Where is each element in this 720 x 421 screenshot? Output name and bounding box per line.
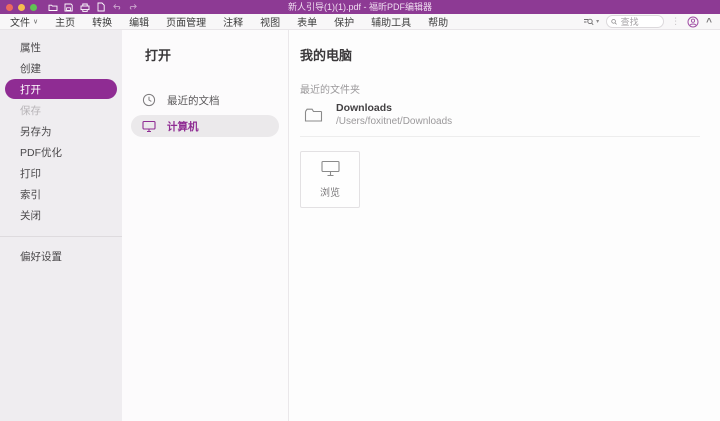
minimize-window-button[interactable] bbox=[18, 4, 25, 11]
menu-item-view[interactable]: 视图 bbox=[260, 14, 280, 29]
browse-label: 浏览 bbox=[320, 184, 340, 199]
file-menu-sidebar: 属性 创建 打开 保存 另存为 PDF优化 打印 索引 关闭 偏好设置 bbox=[0, 30, 122, 421]
search-box[interactable] bbox=[606, 15, 664, 28]
menu-item-form[interactable]: 表单 bbox=[297, 14, 317, 29]
recent-folder-row[interactable]: Downloads /Users/foxitnet/Downloads bbox=[300, 102, 710, 127]
open-panel-title: 打开 bbox=[145, 45, 288, 64]
open-item-recent-documents[interactable]: 最近的文档 bbox=[131, 89, 279, 111]
save-icon[interactable] bbox=[63, 2, 74, 13]
title-bar: 新人引导(1)(1).pdf - 福昕PDF编辑器 bbox=[0, 0, 720, 14]
menu-item-accessibility[interactable]: 辅助工具 bbox=[371, 14, 411, 29]
menu-bar: 文件 ∨ 主页 转换 编辑 页面管理 注释 视图 表单 保护 辅助工具 帮助 ▾… bbox=[0, 14, 720, 30]
account-avatar-icon[interactable] bbox=[687, 16, 699, 28]
redo-icon[interactable] bbox=[127, 2, 138, 13]
my-computer-title: 我的电脑 bbox=[300, 45, 710, 64]
browse-button[interactable]: 浏览 bbox=[300, 151, 360, 208]
overflow-dots-icon: ⋮ bbox=[671, 17, 680, 26]
menu-item-help[interactable]: 帮助 bbox=[428, 14, 448, 29]
menu-item-comment[interactable]: 注释 bbox=[223, 14, 243, 29]
menu-item-home[interactable]: 主页 bbox=[55, 14, 75, 29]
sidebar-item-open[interactable]: 打开 bbox=[5, 79, 117, 99]
sidebar-item-close[interactable]: 关闭 bbox=[0, 205, 122, 225]
close-window-button[interactable] bbox=[6, 4, 13, 11]
collapse-ribbon-icon[interactable]: ^ bbox=[706, 18, 712, 28]
menu-bar-right: ▾ ⋮ ^ bbox=[583, 15, 712, 28]
folder-meta: Downloads /Users/foxitnet/Downloads bbox=[336, 102, 452, 127]
open-item-computer[interactable]: 计算机 bbox=[131, 115, 279, 137]
menu-item-label: 文件 bbox=[10, 14, 30, 29]
open-location-list: 最近的文档 计算机 bbox=[122, 89, 288, 137]
sidebar-item-pdf-optimize[interactable]: PDF优化 bbox=[0, 142, 122, 162]
backstage-content: 属性 创建 打开 保存 另存为 PDF优化 打印 索引 关闭 偏好设置 打开 最… bbox=[0, 30, 720, 421]
zoom-window-button[interactable] bbox=[30, 4, 37, 11]
chevron-down-icon: ∨ bbox=[33, 17, 38, 25]
menu-item-file[interactable]: 文件 ∨ bbox=[10, 14, 38, 29]
menu-items: 文件 ∨ 主页 转换 编辑 页面管理 注释 视图 表单 保护 辅助工具 帮助 bbox=[10, 14, 448, 29]
menu-item-organize[interactable]: 页面管理 bbox=[166, 14, 206, 29]
folder-path: /Users/foxitnet/Downloads bbox=[336, 116, 452, 127]
find-options-button[interactable]: ▾ bbox=[583, 17, 599, 27]
sidebar-divider bbox=[0, 236, 122, 237]
open-folder-icon[interactable] bbox=[47, 2, 58, 13]
recent-folders-label: 最近的文件夹 bbox=[300, 81, 710, 96]
folder-icon bbox=[304, 107, 323, 123]
menu-item-convert[interactable]: 转换 bbox=[92, 14, 112, 29]
clock-icon bbox=[142, 93, 156, 107]
print-icon[interactable] bbox=[79, 2, 90, 13]
search-input[interactable] bbox=[621, 17, 660, 27]
undo-icon[interactable] bbox=[111, 2, 122, 13]
my-computer-panel: 我的电脑 最近的文件夹 Downloads /Users/foxitnet/Do… bbox=[289, 30, 720, 421]
open-item-label: 计算机 bbox=[167, 119, 199, 134]
sidebar-item-create[interactable]: 创建 bbox=[0, 58, 122, 78]
sidebar-item-index[interactable]: 索引 bbox=[0, 184, 122, 204]
sidebar-item-properties[interactable]: 属性 bbox=[0, 37, 122, 57]
computer-icon bbox=[142, 120, 156, 133]
menu-item-protect[interactable]: 保护 bbox=[334, 14, 354, 29]
traffic-lights bbox=[6, 4, 37, 11]
menu-item-edit[interactable]: 编辑 bbox=[129, 14, 149, 29]
new-document-icon[interactable] bbox=[95, 2, 106, 13]
row-divider bbox=[300, 136, 700, 137]
sidebar-item-preferences[interactable]: 偏好设置 bbox=[0, 246, 122, 266]
sidebar-item-print[interactable]: 打印 bbox=[0, 163, 122, 183]
quick-access-toolbar bbox=[47, 2, 138, 13]
open-item-label: 最近的文档 bbox=[167, 93, 220, 108]
monitor-icon bbox=[321, 160, 340, 177]
open-panel: 打开 最近的文档 计算机 bbox=[122, 30, 289, 421]
caret-down-icon: ▾ bbox=[596, 18, 599, 25]
search-icon bbox=[611, 18, 617, 26]
sidebar-item-save-as[interactable]: 另存为 bbox=[0, 121, 122, 141]
find-replace-icon bbox=[583, 17, 594, 27]
sidebar-item-save: 保存 bbox=[0, 100, 122, 120]
folder-name: Downloads bbox=[336, 102, 452, 114]
